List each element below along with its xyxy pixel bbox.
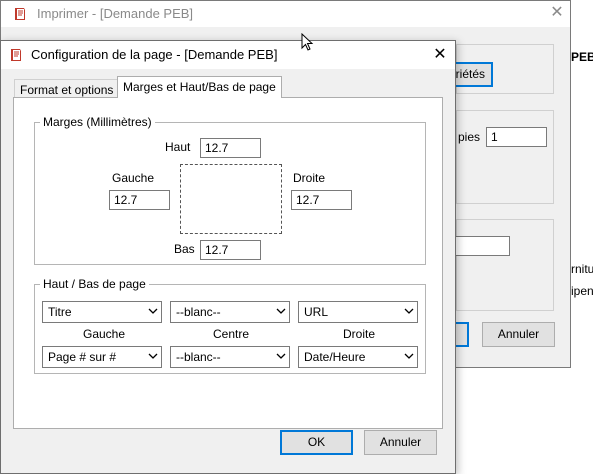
left-margin-label: Gauche <box>112 171 155 185</box>
ok-button[interactable]: OK <box>280 430 353 455</box>
close-icon[interactable]: ✕ <box>429 44 451 66</box>
copies-group <box>456 110 554 204</box>
tab-panel: Marges (Millimètres) Haut 12.7 Gauche 12… <box>13 97 443 429</box>
tab-margins-header-footer[interactable]: Marges et Haut/Bas de page <box>117 76 282 98</box>
top-margin-input[interactable]: 12.7 <box>200 138 261 158</box>
top-margin-label: Haut <box>165 140 191 154</box>
right-margin-label: Droite <box>293 171 326 185</box>
close-icon[interactable]: ✕ <box>546 2 568 24</box>
bg-text-peb: PEB <box>571 50 593 64</box>
bg-text-fragment: ipen <box>571 284 593 298</box>
header-left-select[interactable]: Titre <box>42 301 162 323</box>
print-titlebar: Imprimer - [Demande PEB] ✕ <box>1 1 570 27</box>
footer-center-select[interactable]: --blanc-- <box>170 346 290 368</box>
select-value: --blanc-- <box>176 350 221 364</box>
column-right-label: Droite <box>343 327 376 341</box>
chevron-down-icon <box>143 302 161 322</box>
select-value: Date/Heure <box>304 350 366 364</box>
bottom-margin-label: Bas <box>174 242 195 256</box>
copies-input[interactable]: 1 <box>486 127 547 147</box>
page-setup-dialog: Configuration de la page - [Demande PEB]… <box>0 40 456 474</box>
mouse-cursor-icon <box>301 32 315 56</box>
header-right-select[interactable]: URL <box>298 301 418 323</box>
chevron-down-icon <box>399 302 417 322</box>
tab-format-options[interactable]: Format et options <box>14 79 120 98</box>
chevron-down-icon <box>271 347 289 367</box>
page-setup-title: Configuration de la page - [Demande PEB] <box>31 47 278 62</box>
select-value: --blanc-- <box>176 305 221 319</box>
chevron-down-icon <box>271 302 289 322</box>
right-margin-input[interactable]: 12.7 <box>291 190 352 210</box>
print-dialog-title: Imprimer - [Demande PEB] <box>37 6 194 21</box>
margins-legend: Marges (Millimètres) <box>40 115 155 129</box>
header-footer-legend: Haut / Bas de page <box>40 277 149 291</box>
select-value: Titre <box>48 305 72 319</box>
footer-right-select[interactable]: Date/Heure <box>298 346 418 368</box>
select-value: URL <box>304 305 329 319</box>
footer-left-select[interactable]: Page # sur # <box>42 346 162 368</box>
left-margin-input[interactable]: 12.7 <box>109 190 170 210</box>
select-value: Page # sur # <box>48 350 117 364</box>
chevron-down-icon <box>399 347 417 367</box>
bg-text-fragment: rnitu <box>571 262 593 276</box>
column-left-label: Gauche <box>83 327 126 341</box>
app-icon <box>9 48 23 65</box>
bottom-margin-input[interactable]: 12.7 <box>200 240 261 260</box>
app-icon <box>13 7 27 24</box>
cancel-button[interactable]: Annuler <box>364 430 437 455</box>
copies-label: pies <box>458 130 481 144</box>
page-preview-box <box>180 164 282 234</box>
chevron-down-icon <box>143 347 161 367</box>
print-cancel-button[interactable]: Annuler <box>482 322 555 347</box>
page-setup-titlebar: Configuration de la page - [Demande PEB]… <box>1 41 455 69</box>
pages-group <box>456 219 554 311</box>
header-center-select[interactable]: --blanc-- <box>170 301 290 323</box>
column-center-label: Centre <box>213 327 250 341</box>
